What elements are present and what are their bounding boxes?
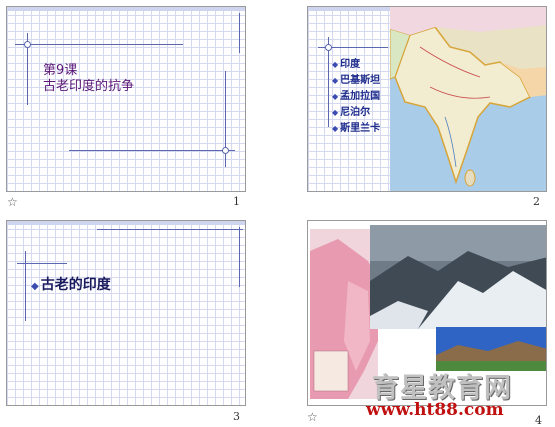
decor-dot	[325, 44, 332, 51]
list-item: 尼泊尔	[332, 105, 380, 121]
slide-title: 第9课 古老印度的抗争	[43, 63, 134, 95]
list-item: 孟加拉国	[332, 89, 380, 105]
star-icon: ☆	[7, 195, 18, 209]
decor-dot	[24, 41, 31, 48]
slide-topbar	[7, 221, 245, 225]
slide-number: 3	[233, 410, 240, 423]
list-item: 印度	[332, 57, 380, 73]
watermark-url: www.ht88.com	[366, 400, 504, 420]
decor-line	[239, 13, 240, 53]
lesson-title: 古老印度的抗争	[43, 79, 135, 94]
country-list: 印度 巴基斯坦 孟加拉国 尼泊尔 斯里兰卡	[332, 57, 380, 137]
list-item: 斯里兰卡	[332, 121, 380, 137]
lesson-number: 第9课	[43, 63, 78, 78]
decor-line	[97, 229, 243, 230]
decor-line	[15, 44, 183, 45]
slide-heading: 古老的印度	[31, 274, 111, 294]
slide-2-thumbnail[interactable]: 印度 巴基斯坦 孟加拉国 尼泊尔 斯里兰卡	[307, 6, 547, 192]
slide-number: 4	[535, 414, 542, 427]
south-asia-map-image	[390, 7, 546, 191]
decor-line	[25, 251, 26, 321]
slide-number: 2	[533, 195, 540, 208]
slide-1-thumbnail[interactable]: 第9课 古老印度的抗争	[6, 6, 246, 192]
decor-line	[239, 227, 240, 287]
slide-topbar	[7, 7, 245, 11]
map-drawing	[390, 7, 546, 191]
decor-line	[69, 150, 235, 151]
decor-dot	[222, 147, 229, 154]
slide-3-thumbnail[interactable]: 古老的印度	[6, 220, 246, 406]
list-item: 巴基斯坦	[332, 73, 380, 89]
slide-number: 1	[233, 195, 240, 208]
